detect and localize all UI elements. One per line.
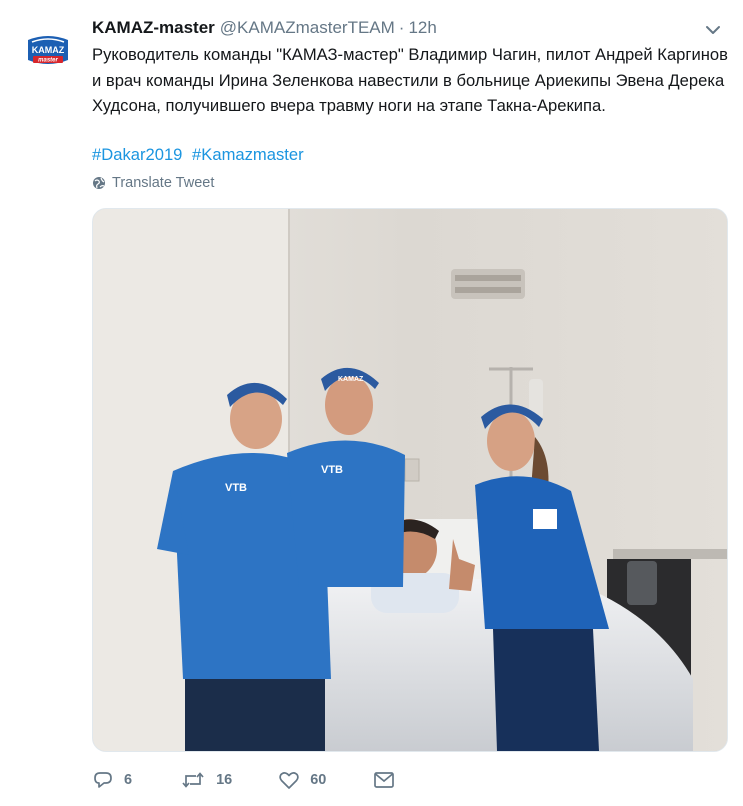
tweet-photo[interactable]: VTB KAMAZ VTB	[92, 208, 728, 752]
heart-icon	[279, 772, 299, 789]
jersey-sponsor-text: VTB	[321, 464, 343, 476]
tweet-actions: 6 16 60	[92, 766, 396, 794]
reply-count: 6	[124, 772, 133, 788]
separator-dot: ·	[398, 18, 405, 37]
retweet-button[interactable]: 16	[180, 769, 232, 791]
kamaz-logo-icon: KAMAZ master	[28, 36, 68, 64]
author-handle[interactable]: @KAMAZmasterTEAM	[220, 18, 395, 38]
envelope-icon	[374, 772, 395, 788]
avatar-logo-subtext: master	[38, 58, 58, 64]
translate-tweet-button[interactable]: Translate Tweet	[92, 175, 214, 191]
reply-icon	[94, 772, 112, 788]
jersey-logo-1: VTB	[225, 482, 247, 494]
retweet-count: 16	[216, 772, 233, 788]
tweet: KAMAZ master KAMAZ-master @KAMAZmasterTE…	[0, 0, 743, 806]
jersey-sponsor-text: VTB	[225, 482, 247, 494]
avatar-logo-text: KAMAZ	[32, 45, 65, 55]
cap-logo-text: KAMAZ	[338, 376, 364, 383]
hashtags: #Dakar2019 #Kamazmaster	[92, 144, 309, 166]
direct-message-button[interactable]	[372, 769, 396, 791]
hashtag-link[interactable]: #Kamazmaster	[192, 145, 304, 164]
tweet-timestamp[interactable]: 12h	[408, 18, 436, 38]
author-name[interactable]: KAMAZ-master	[92, 18, 215, 38]
hospital-photo: VTB KAMAZ VTB	[93, 209, 727, 751]
avatar[interactable]: KAMAZ master	[22, 26, 74, 78]
globe-icon	[93, 177, 105, 189]
translate-label: Translate Tweet	[112, 175, 215, 191]
retweet-icon	[182, 772, 204, 788]
hashtag-link[interactable]: #Dakar2019	[92, 145, 182, 164]
chevron-down-icon[interactable]	[703, 20, 723, 40]
like-count: 60	[310, 772, 327, 788]
reply-button[interactable]: 6	[92, 769, 132, 791]
tweet-header: KAMAZ-master @KAMAZmasterTEAM · 12h	[92, 16, 437, 40]
like-button[interactable]: 60	[278, 769, 326, 791]
tweet-text: Руководитель команды "КАМАЗ-мастер" Влад…	[92, 45, 728, 116]
